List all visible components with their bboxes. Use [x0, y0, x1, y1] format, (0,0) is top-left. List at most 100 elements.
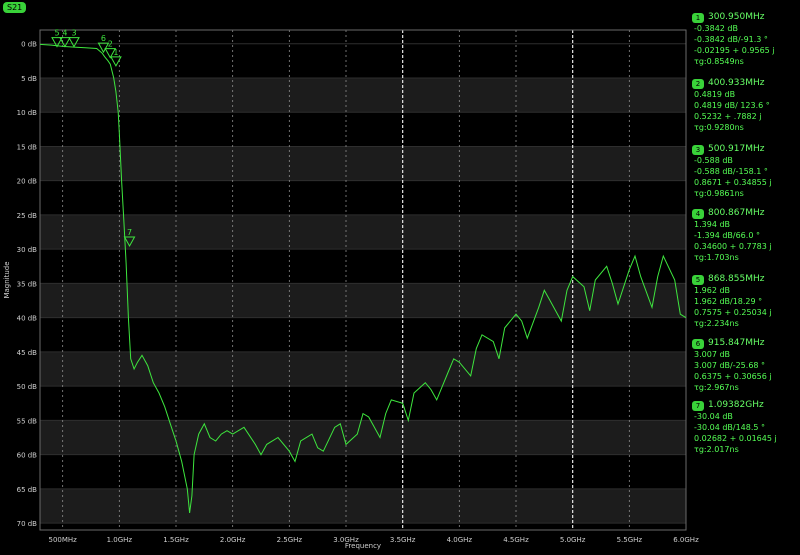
x-tick-label: 4.0GHz: [447, 536, 473, 544]
y-tick-label: 30 dB: [17, 246, 38, 254]
marker-badge: 3: [692, 144, 704, 155]
marker-value-line: 1.394 dB: [694, 220, 731, 229]
marker-badge: 7: [692, 400, 704, 411]
grid-band: [40, 146, 686, 181]
marker-value-line: τg:1.703ns: [694, 253, 739, 262]
marker-frequency: 400.933MHz: [708, 78, 765, 88]
marker-value-line: 0.02682 + 0.01645 j: [694, 434, 777, 443]
marker-badge: 6: [692, 338, 704, 349]
marker-badge: 2: [692, 78, 704, 89]
s21-magnitude-chart: 0 dB 5 dB 10 dB 15 dB 20 dB 25 dB 30 dB 35 dB 40…: [0, 0, 800, 551]
y-tick-label: 10 dB: [17, 109, 38, 117]
y-tick-label: 45 dB: [17, 349, 38, 357]
marker-value-line: -0.588 dB: [694, 156, 733, 165]
marker-readout-3[interactable]: 3 500.917MHz -0.588 dB -0.588 dB/-158.1 ° 0.…: [692, 144, 798, 199]
marker-header: 6 915.847MHz: [692, 338, 798, 349]
y-tick-label: 35 dB: [17, 280, 38, 288]
marker-value-line: -0.588 dB/-158.1 °: [694, 167, 768, 176]
marker-number: 1: [113, 48, 118, 57]
grid-band: [40, 283, 686, 318]
x-tick-label: 1.5GHz: [163, 536, 189, 544]
y-tick-label: 60 dB: [17, 452, 38, 460]
marker-header: 1 300.950MHz: [692, 12, 798, 23]
marker-header: 2 400.933MHz: [692, 78, 798, 89]
x-tick-label: 2.0GHz: [220, 536, 246, 544]
trace-label-badge[interactable]: S21: [3, 2, 27, 13]
marker-header: 4 800.867MHz: [692, 208, 798, 219]
marker-readout-5[interactable]: 5 868.855MHz 1.962 dB 1.962 dB/18.29 ° 0.757…: [692, 274, 798, 329]
grid-band: [40, 351, 686, 387]
marker-number: 4: [62, 29, 67, 38]
marker-value-line: 1.962 dB: [694, 286, 731, 295]
marker-value-line: -30.04 dB/148.5 °: [694, 423, 766, 432]
x-tick-label: 1.0GHz: [107, 536, 133, 544]
y-tick-label: 55 dB: [17, 417, 38, 425]
marker-number: 6: [101, 34, 106, 43]
marker-badge: 1: [692, 12, 704, 23]
marker-value-line: 3.007 dB/-25.68 °: [694, 361, 766, 370]
x-tick-label: 5.0GHz: [560, 536, 586, 544]
marker-header: 5 868.855MHz: [692, 274, 798, 285]
marker-value-line: τg:2.234ns: [694, 319, 739, 328]
x-tick-label: 5.5GHz: [617, 536, 643, 544]
marker-value-line: 0.8671 + 0.34855 j: [694, 178, 772, 187]
grid-band: [40, 488, 686, 524]
marker-value-line: 0.4819 dB: [694, 90, 736, 99]
x-tick-label: 6.0GHz: [673, 536, 699, 544]
marker-frequency: 800.867MHz: [708, 208, 765, 218]
marker-value-line: τg:2.017ns: [694, 445, 739, 454]
marker-frequency: 300.950MHz: [708, 12, 765, 22]
grid-band: [40, 77, 686, 113]
x-axis-label: Frequency: [345, 542, 381, 550]
y-axis-label: Magnitude: [3, 261, 11, 298]
marker-value-line: -30.04 dB: [694, 412, 733, 421]
marker-number: 3: [71, 29, 76, 38]
marker-readout-1[interactable]: 1 300.950MHz -0.3842 dB -0.3842 dB/-91.3 ° -…: [692, 12, 798, 67]
y-tick-label: 50 dB: [17, 383, 38, 391]
marker-readout-7[interactable]: 7 1.09382GHz -30.04 dB -30.04 dB/148.5 ° 0.0…: [692, 400, 798, 455]
y-tick-label: 0 dB: [21, 41, 37, 49]
marker-value-line: 0.7575 + 0.25034 j: [694, 308, 772, 317]
marker-value-line: τg:0.9861ns: [694, 189, 744, 198]
marker-value-line: -0.3842 dB/-91.3 °: [694, 35, 768, 44]
marker-number: 5: [54, 29, 59, 38]
marker-value-line: -0.02195 + 0.9565 j: [694, 46, 775, 55]
marker-frequency: 868.855MHz: [708, 274, 765, 284]
marker-value-line: 0.6375 + 0.30656 j: [694, 372, 772, 381]
y-tick-label: 5 dB: [21, 75, 37, 83]
marker-value-line: 1.962 dB/18.29 °: [694, 297, 763, 306]
marker-header: 3 500.917MHz: [692, 144, 798, 155]
marker-value-line: -1.394 dB/66.0 °: [694, 231, 760, 240]
grid-band: [40, 420, 686, 455]
marker-value-line: 0.4819 dB/ 123.6 °: [694, 101, 770, 110]
marker-number: 7: [127, 228, 132, 237]
marker-value-line: τg:0.8549ns: [694, 57, 744, 66]
x-tick-label: 3.5GHz: [390, 536, 416, 544]
marker-value-line: τg:2.967ns: [694, 383, 739, 392]
marker-frequency: 500.917MHz: [708, 144, 765, 154]
chart-svg: 0 dB 5 dB 10 dB 15 dB 20 dB 25 dB 30 dB 35 dB 40…: [3, 29, 699, 550]
x-tick-label: 500MHz: [48, 536, 77, 544]
marker-number: 2: [108, 40, 113, 49]
x-tick-label: 2.5GHz: [277, 536, 303, 544]
marker-header: 7 1.09382GHz: [692, 400, 798, 411]
x-tick-label: 4.5GHz: [503, 536, 529, 544]
marker-value-line: 0.5232 + .7882 j: [694, 112, 762, 121]
grid-band: [40, 214, 686, 250]
y-tick-label: 40 dB: [17, 315, 38, 323]
marker-badge: 4: [692, 208, 704, 219]
marker-frequency: 915.847MHz: [708, 338, 765, 348]
y-tick-label: 25 dB: [17, 212, 38, 220]
marker-readout-4[interactable]: 4 800.867MHz 1.394 dB -1.394 dB/66.0 ° 0.346…: [692, 208, 798, 263]
marker-frequency: 1.09382GHz: [708, 400, 764, 410]
marker-readout-2[interactable]: 2 400.933MHz 0.4819 dB 0.4819 dB/ 123.6 ° 0.…: [692, 78, 798, 133]
marker-badge: 5: [692, 274, 704, 285]
y-tick-label: 70 dB: [17, 520, 38, 528]
y-tick-label: 65 dB: [17, 486, 38, 494]
marker-value-line: -0.3842 dB: [694, 24, 738, 33]
marker-value-line: 0.34600 + 0.7783 j: [694, 242, 772, 251]
y-tick-label: 15 dB: [17, 143, 38, 151]
marker-value-line: 3.007 dB: [694, 350, 731, 359]
marker-readout-6[interactable]: 6 915.847MHz 3.007 dB 3.007 dB/-25.68 ° 0.63…: [692, 338, 798, 393]
y-tick-label: 20 dB: [17, 178, 38, 186]
